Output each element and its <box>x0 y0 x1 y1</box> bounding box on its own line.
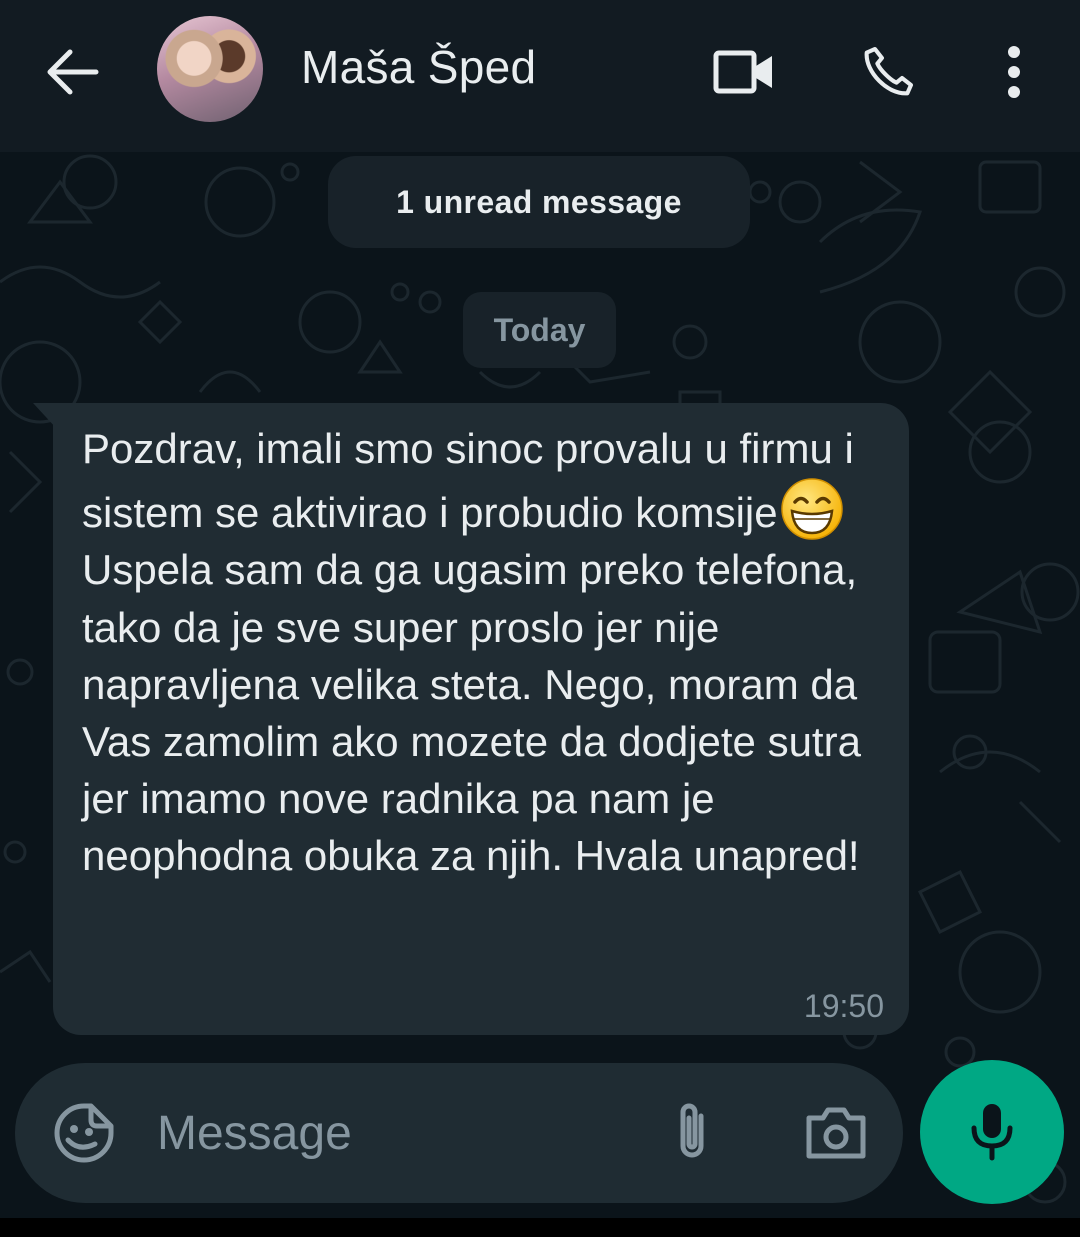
message-paragraph-2: Uspela sam da ga ugasim preko telefona, … <box>82 546 873 880</box>
video-call-button[interactable] <box>708 36 780 108</box>
sticker-smiley-icon <box>54 1103 114 1163</box>
paperclip-icon <box>680 1103 704 1158</box>
attach-button[interactable] <box>660 1096 724 1168</box>
grinning-face-emoji-icon <box>780 478 843 540</box>
arrow-left-icon <box>47 49 99 95</box>
camera-icon <box>806 1107 866 1159</box>
message-paragraph-1: Pozdrav, imali smo sinoc provalu u firmu… <box>82 425 866 537</box>
date-divider: Today <box>463 292 616 368</box>
emoji-button[interactable] <box>49 1098 119 1168</box>
more-vertical-icon <box>1008 46 1020 98</box>
unread-banner: 1 unread message <box>328 156 750 248</box>
message-timestamp: 19:50 <box>803 988 884 1024</box>
voice-call-button[interactable] <box>852 36 924 108</box>
voice-record-button[interactable] <box>920 1060 1064 1204</box>
video-camera-icon <box>713 50 772 94</box>
contact-name[interactable]: Maša Šped <box>301 40 536 94</box>
camera-button[interactable] <box>800 1098 872 1168</box>
message-text: Pozdrav, imali smo sinoc provalu u firmu… <box>82 420 892 885</box>
back-button[interactable] <box>40 40 104 104</box>
system-nav-strip <box>0 1218 1080 1237</box>
microphone-icon <box>971 1104 1013 1161</box>
more-options-button[interactable] <box>978 36 1050 108</box>
avatar[interactable] <box>157 16 263 122</box>
phone-icon <box>864 46 914 96</box>
chat-header: Maša Šped <box>0 0 1080 152</box>
message-input[interactable] <box>157 1100 627 1166</box>
